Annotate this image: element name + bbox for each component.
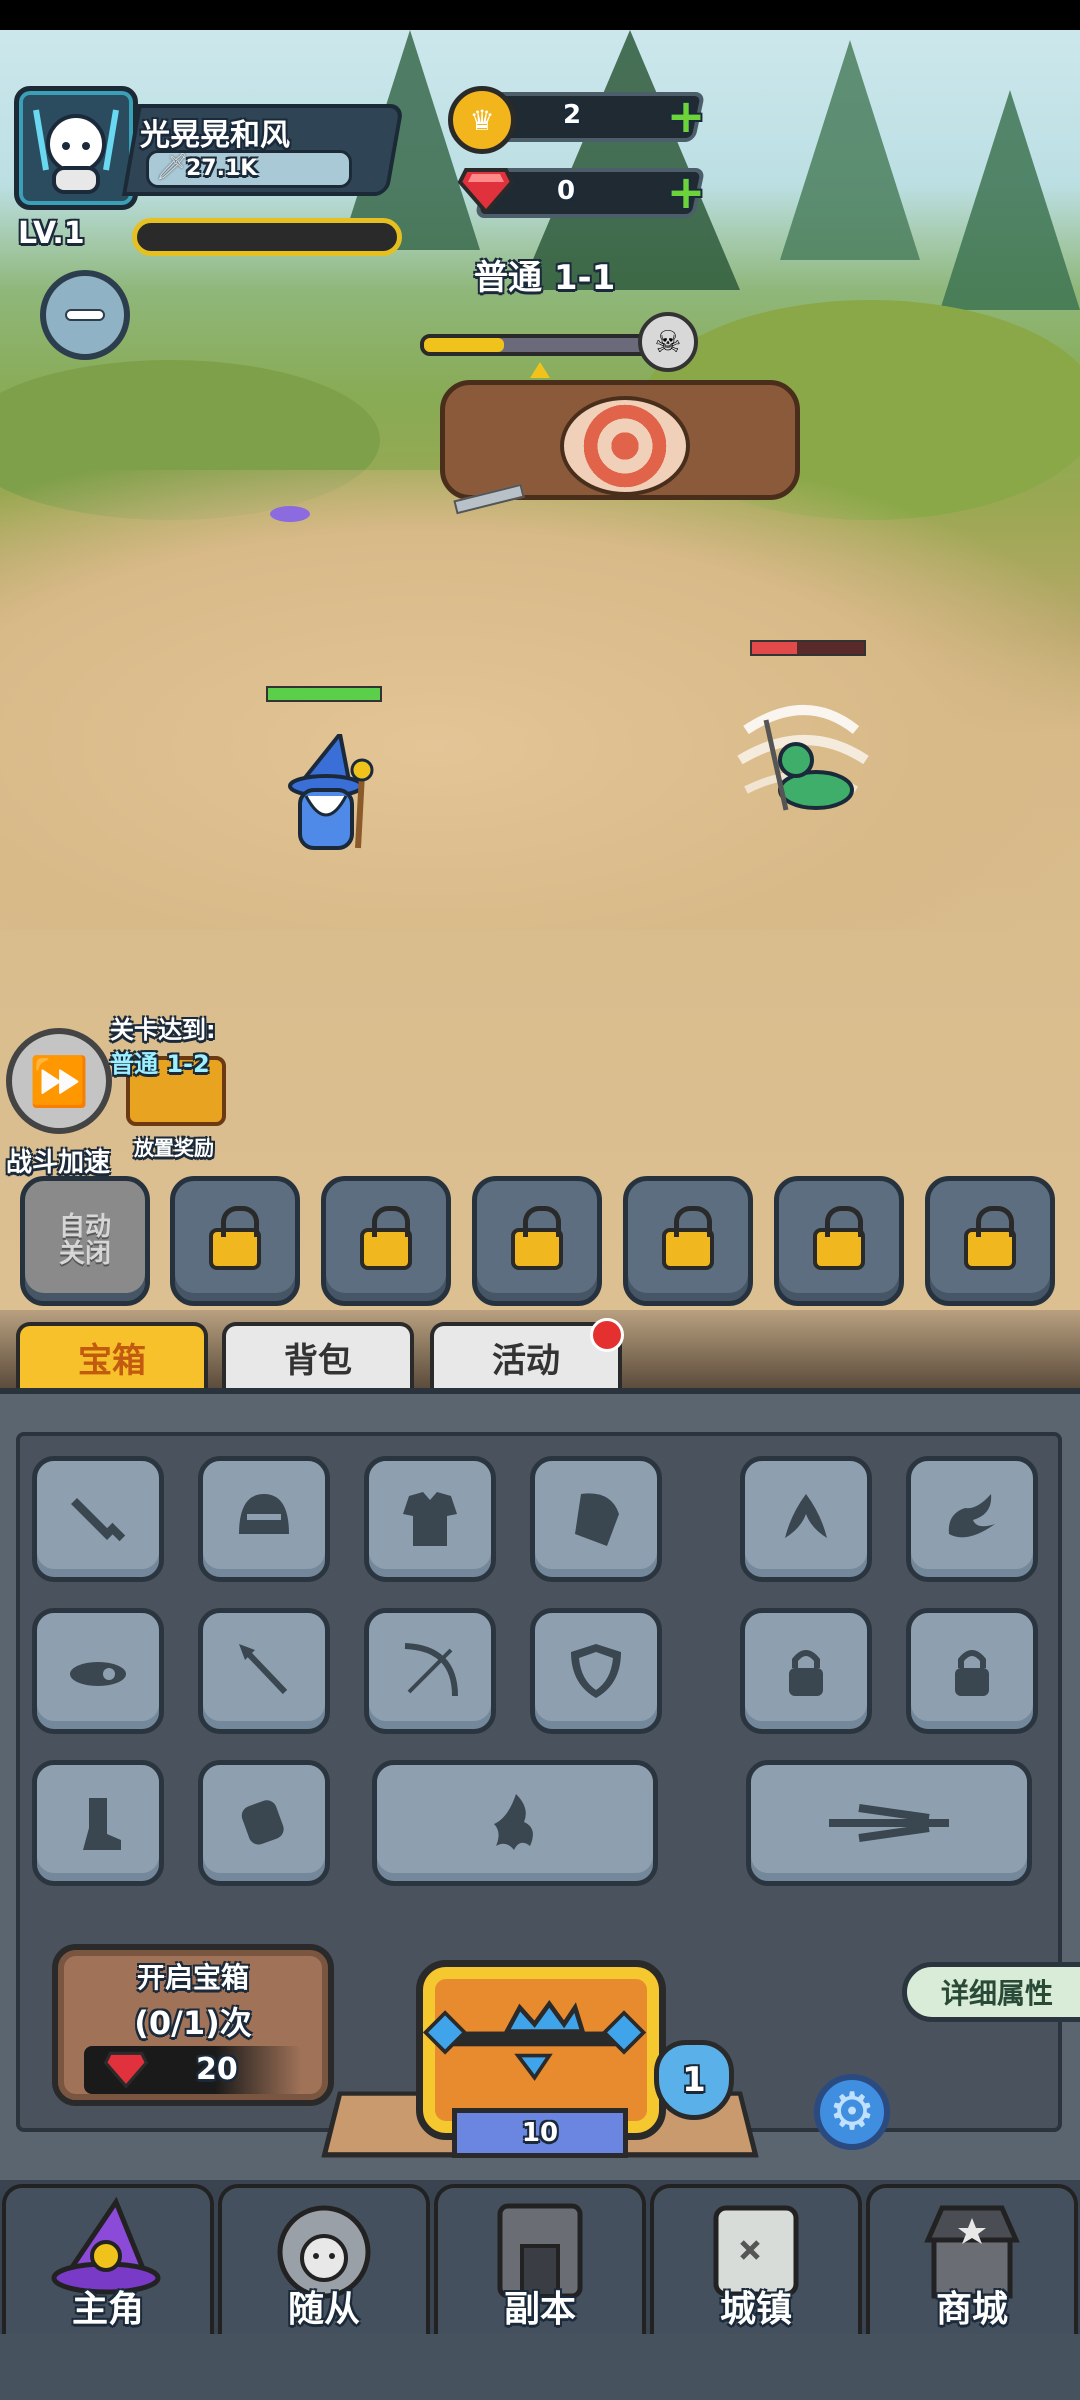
auto-skill-toggle[interactable]: 自动 关闭 (20, 1176, 150, 1306)
notification-dot (590, 1318, 624, 1352)
gold-crown-icon: ♛ (448, 86, 516, 154)
skill-slot-locked[interactable] (925, 1176, 1055, 1306)
boss-skull-icon: ☠ (638, 312, 698, 372)
open-chest-title: 开启宝箱 (136, 1961, 249, 1994)
dirt-path (0, 470, 1080, 930)
battle-speedup-button[interactable]: ⏩ (6, 1028, 112, 1134)
tree (780, 40, 920, 260)
cape-slot[interactable] (530, 1456, 662, 1582)
stage-title: 普通 1-1 (474, 258, 616, 298)
padlock-icon (789, 1650, 823, 1696)
tree (940, 90, 1080, 310)
status-bar (0, 0, 1080, 30)
skill-slot-locked[interactable] (321, 1176, 451, 1306)
flame-slot[interactable] (906, 1456, 1038, 1582)
gold-amount: 2 (562, 100, 582, 130)
nav-town-label: 城镇 (719, 2289, 792, 2330)
lock-icon (813, 1206, 865, 1270)
wings-icon (785, 1494, 827, 1538)
gem-amount: 0 (556, 176, 576, 206)
lock-icon (662, 1206, 714, 1270)
feather-drop (270, 506, 310, 522)
stage-progress-fill (424, 338, 504, 352)
wizard-hero (280, 729, 380, 854)
exp-bar (132, 218, 402, 256)
locked-slot[interactable] (906, 1608, 1038, 1734)
locked-slot[interactable] (740, 1608, 872, 1734)
lock-icon (964, 1206, 1016, 1270)
gauntlet-icon (241, 1800, 284, 1845)
combat-power: 27.1K (186, 156, 258, 181)
spear-slot[interactable] (198, 1608, 330, 1734)
detail-attributes-button[interactable]: 详细属性 (902, 1962, 1080, 2022)
add-gems-button[interactable]: + (664, 165, 708, 219)
boot-icon (83, 1798, 121, 1850)
enemy-hp-bar (750, 640, 866, 656)
lock-icon (360, 1206, 412, 1270)
weapon-slot[interactable] (32, 1456, 164, 1582)
skill-slot-locked[interactable] (472, 1176, 602, 1306)
chest-count: 10 (452, 2108, 628, 2158)
tab-chest[interactable]: 宝箱 (16, 1322, 208, 1388)
boots-slot[interactable] (32, 1760, 164, 1886)
spear-icon (239, 1644, 288, 1695)
stage-reached-label: 关卡达到: (110, 1016, 216, 1044)
hero-hp-bar (266, 686, 382, 702)
helmet-slot[interactable] (198, 1456, 330, 1582)
armor-slot[interactable] (364, 1456, 496, 1582)
avatar-portrait-icon (33, 109, 119, 194)
skill-slot-locked[interactable] (623, 1176, 753, 1306)
artifact-slot[interactable] (372, 1760, 658, 1886)
add-gold-button[interactable]: + (664, 89, 708, 143)
armor-icon (403, 1492, 457, 1546)
nav-shop-label: 商城 (935, 2289, 1008, 2330)
bow-slot[interactable] (364, 1608, 496, 1734)
skill-slot-locked[interactable] (774, 1176, 904, 1306)
sword-icon: 🗡 (156, 152, 190, 182)
player-avatar[interactable] (14, 86, 138, 210)
spirit-slot[interactable] (740, 1456, 872, 1582)
shield-icon (571, 1644, 621, 1698)
lock-icon (209, 1206, 261, 1270)
padlock-icon (955, 1650, 989, 1696)
tab-bag[interactable]: 背包 (222, 1322, 414, 1388)
target-bullseye (560, 396, 690, 496)
flame-icon (948, 1494, 995, 1538)
open-chest-count: (0/1)次 (134, 2004, 252, 2042)
nav-hero-label: 主角 (71, 2289, 144, 2330)
ring-icon (70, 1662, 126, 1686)
bow-icon (404, 1643, 458, 1697)
shield-slot[interactable] (530, 1608, 662, 1734)
minus-icon (65, 309, 105, 321)
player-name: 光晃晃和风 (140, 118, 290, 153)
ring-slot[interactable] (32, 1608, 164, 1734)
lock-icon (511, 1206, 563, 1270)
nav-dungeon-label: 副本 (503, 2289, 576, 2330)
chest-level-badge[interactable]: 1 (654, 2040, 734, 2120)
skill-slot-locked[interactable] (170, 1176, 300, 1306)
fast-forward-icon: ⏩ (29, 1053, 89, 1110)
settings-gear-icon[interactable]: ⚙ (814, 2074, 890, 2150)
bottom-strip (0, 2334, 1080, 2400)
progress-marker-icon (530, 362, 550, 378)
stage-progress-bar (420, 334, 670, 356)
lizard-enemy (726, 690, 876, 820)
trident-icon (829, 1804, 949, 1842)
auto-label: 自动 (58, 1211, 111, 1242)
sword-icon (71, 1498, 126, 1542)
nav-followers-label: 随从 (287, 2289, 360, 2330)
trident-slot[interactable] (746, 1760, 1032, 1886)
idle-reward-label: 放置奖励 (134, 1136, 214, 1160)
collapse-button[interactable] (40, 270, 130, 360)
cape-icon (575, 1493, 619, 1546)
player-level: LV.1 (18, 216, 85, 251)
off-label: 关闭 (58, 1239, 111, 1269)
gem-icon (104, 2051, 148, 2088)
helmet-icon (239, 1494, 289, 1534)
stage-reached-value: 普通 1-2 (110, 1050, 210, 1078)
speedup-label: 战斗加速 (6, 1148, 111, 1178)
dragon-emblem-icon (494, 1794, 533, 1850)
open-chest-cost: 20 (196, 2052, 238, 2087)
gauntlet-slot[interactable] (198, 1760, 330, 1886)
